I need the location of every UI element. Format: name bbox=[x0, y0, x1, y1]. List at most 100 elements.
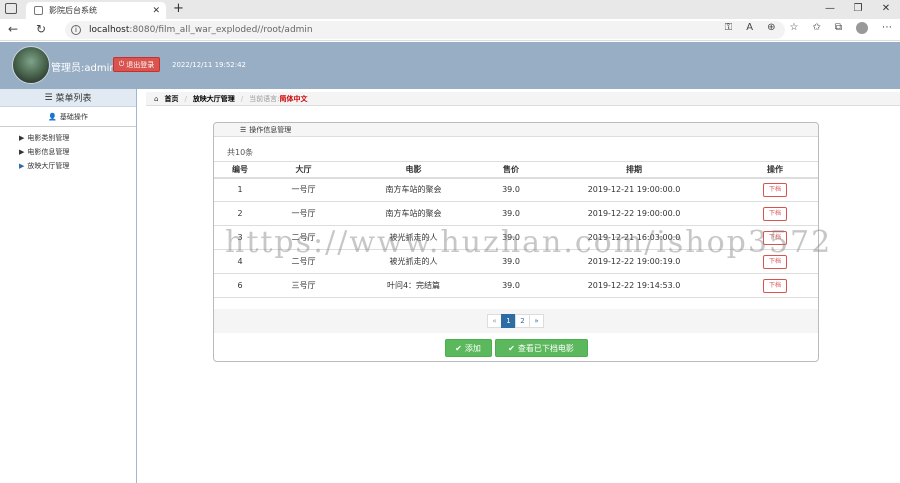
pagination-page-2[interactable]: 2 bbox=[515, 314, 530, 328]
view-offline-films-button[interactable]: ✔ 查看已下档电影 bbox=[494, 339, 588, 357]
page-favicon-icon bbox=[34, 6, 43, 15]
pagination-bar: « 1 2 » bbox=[214, 309, 818, 333]
table-row: 1 一号厅 南方车站的聚会 39.0 2019-12-21 19:00:00.0… bbox=[214, 177, 818, 202]
caret-right-icon: ▶ bbox=[19, 148, 25, 156]
address-bar: ← ↻ i localhost :8080/film_all_war_explo… bbox=[0, 19, 900, 41]
logout-button[interactable]: ⏻ 退出登录 bbox=[113, 57, 160, 72]
logout-label: 退出登录 bbox=[126, 60, 155, 69]
window-menu-icon[interactable] bbox=[5, 3, 17, 14]
list-icon: ☰ bbox=[240, 125, 247, 134]
caret-right-icon: ▶ bbox=[19, 162, 25, 170]
browser-tab-strip: 影院后台系统 ✕ + — ❐ ✕ bbox=[0, 0, 900, 19]
sidebar-item-label: 放映大厅管理 bbox=[27, 162, 70, 170]
sidebar-title: ☰ 菜单列表 bbox=[0, 89, 136, 107]
sidebar-section[interactable]: 👤 基础操作 bbox=[0, 107, 136, 127]
read-aloud-icon[interactable]: A bbox=[746, 22, 753, 34]
url-path: :8080/film_all_war_exploded//root/admin bbox=[129, 25, 313, 35]
profile-avatar-icon[interactable] bbox=[856, 22, 868, 34]
user-icon: 👤 bbox=[48, 112, 57, 121]
table-row: 2 一号厅 南方车站的聚会 39.0 2019-12-22 19:00:00.0… bbox=[214, 201, 818, 226]
cell-price: 39.0 bbox=[486, 201, 536, 226]
list-icon: ☰ bbox=[44, 92, 53, 103]
app-header: 管理员:admin ⏻ 退出登录 2022/12/11 19:52:42 bbox=[0, 42, 900, 89]
cell-hall: 一号厅 bbox=[266, 177, 341, 202]
home-icon: ⌂ bbox=[154, 94, 159, 103]
cell-schedule: 2019-12-21 19:00:00.0 bbox=[536, 177, 732, 202]
check-icon: ✔ bbox=[455, 343, 462, 353]
caret-right-icon: ▶ bbox=[19, 134, 25, 142]
sidebar-item-hall[interactable]: ▶ 放映大厅管理 bbox=[0, 159, 136, 173]
cell-hall: 三号厅 bbox=[266, 273, 341, 298]
cell-id: 1 bbox=[214, 177, 266, 202]
collections-icon[interactable]: ⧉ bbox=[835, 22, 842, 34]
minimize-icon[interactable]: — bbox=[816, 0, 844, 19]
record-count: 共10条 bbox=[227, 148, 254, 157]
language-label: 当前语言: bbox=[249, 94, 280, 103]
sidebar-item-film[interactable]: ▶ 电影信息管理 bbox=[0, 145, 136, 159]
reload-icon[interactable]: ↻ bbox=[36, 22, 46, 36]
sidebar-item-label: 电影类别管理 bbox=[27, 134, 70, 142]
site-info-icon[interactable]: i bbox=[71, 25, 81, 35]
column-header: 大厅 bbox=[266, 161, 341, 179]
tab-title: 影院后台系统 bbox=[49, 6, 97, 15]
power-icon: ⏻ bbox=[118, 60, 125, 68]
cell-schedule: 2019-12-22 19:00:00.0 bbox=[536, 201, 732, 226]
url-field[interactable]: i localhost :8080/film_all_war_exploded/… bbox=[65, 21, 785, 39]
panel-heading: ☰ 操作信息管理 bbox=[214, 123, 818, 137]
cell-id: 6 bbox=[214, 273, 266, 298]
watermark-text: https://www.huzhan.com/ishop3572 bbox=[225, 225, 833, 260]
sidebar-title-text: 菜单列表 bbox=[55, 94, 92, 104]
take-down-button[interactable]: 下档 bbox=[763, 182, 787, 197]
sidebar-item-category[interactable]: ▶ 电影类别管理 bbox=[0, 131, 136, 145]
back-icon[interactable]: ← bbox=[8, 22, 18, 36]
key-icon[interactable]: ⚿ bbox=[725, 22, 733, 34]
cell-id: 2 bbox=[214, 201, 266, 226]
new-tab-icon[interactable]: + bbox=[173, 1, 184, 16]
column-header: 编号 bbox=[214, 161, 266, 179]
check-icon: ✔ bbox=[508, 343, 515, 353]
breadcrumb-current: 放映大厅管理 bbox=[192, 94, 235, 103]
panel-title: 操作信息管理 bbox=[249, 125, 292, 134]
add-button[interactable]: ✔ 添加 bbox=[444, 339, 492, 357]
column-header: 售价 bbox=[486, 161, 536, 179]
add-button-label: 添加 bbox=[464, 343, 481, 353]
cell-film: 叶问4：完结篇 bbox=[341, 273, 486, 298]
language-value: 简体中文 bbox=[279, 94, 308, 103]
browser-tab[interactable]: 影院后台系统 ✕ bbox=[26, 2, 166, 19]
cell-film: 南方车站的聚会 bbox=[341, 201, 486, 226]
sidebar-section-label: 基础操作 bbox=[59, 112, 88, 121]
current-datetime: 2022/12/11 19:52:42 bbox=[172, 61, 247, 69]
url-host: localhost bbox=[89, 25, 130, 35]
view-offline-label: 查看已下档电影 bbox=[517, 343, 574, 353]
zoom-icon[interactable]: ⊕ bbox=[767, 22, 775, 34]
close-window-icon[interactable]: ✕ bbox=[872, 0, 900, 19]
cell-price: 39.0 bbox=[486, 273, 536, 298]
pagination-prev[interactable]: « bbox=[487, 314, 502, 328]
panel-actions: ✔ 添加 ✔ 查看已下档电影 bbox=[214, 337, 818, 359]
sidebar-item-label: 电影信息管理 bbox=[27, 148, 70, 156]
cell-schedule: 2019-12-22 19:14:53.0 bbox=[536, 273, 732, 298]
sidebar: ☰ 菜单列表 👤 基础操作 ▶ 电影类别管理 ▶ 电影信息管理 ▶ 放映大厅管理 bbox=[0, 89, 137, 483]
take-down-button[interactable]: 下档 bbox=[763, 278, 787, 293]
take-down-button[interactable]: 下档 bbox=[763, 206, 787, 221]
table-header-row: 编号 大厅 电影 售价 排期 操作 bbox=[214, 161, 818, 179]
pagination: « 1 2 » bbox=[487, 314, 544, 328]
favorite-star-icon[interactable]: ☆ bbox=[790, 22, 799, 34]
cell-price: 39.0 bbox=[486, 177, 536, 202]
maximize-icon[interactable]: ❐ bbox=[844, 0, 872, 19]
table-row: 6 三号厅 叶问4：完结篇 39.0 2019-12-22 19:14:53.0… bbox=[214, 273, 818, 298]
breadcrumb: ⌂ 首页 / 放映大厅管理 / 当前语言:简体中文 bbox=[146, 92, 900, 106]
cell-film: 南方车站的聚会 bbox=[341, 177, 486, 202]
breadcrumb-home[interactable]: 首页 bbox=[164, 94, 178, 104]
column-header: 电影 bbox=[341, 161, 486, 179]
pagination-next[interactable]: » bbox=[529, 314, 544, 328]
close-tab-icon[interactable]: ✕ bbox=[152, 6, 160, 16]
admin-name: 管理员:admin bbox=[51, 63, 116, 74]
favorites-icon[interactable]: ✩ bbox=[812, 22, 820, 34]
pagination-page-1[interactable]: 1 bbox=[501, 314, 516, 328]
cell-hall: 一号厅 bbox=[266, 201, 341, 226]
more-menu-icon[interactable]: ⋯ bbox=[882, 22, 892, 34]
column-header: 操作 bbox=[732, 161, 818, 179]
admin-avatar bbox=[12, 46, 50, 84]
column-header: 排期 bbox=[536, 161, 732, 179]
